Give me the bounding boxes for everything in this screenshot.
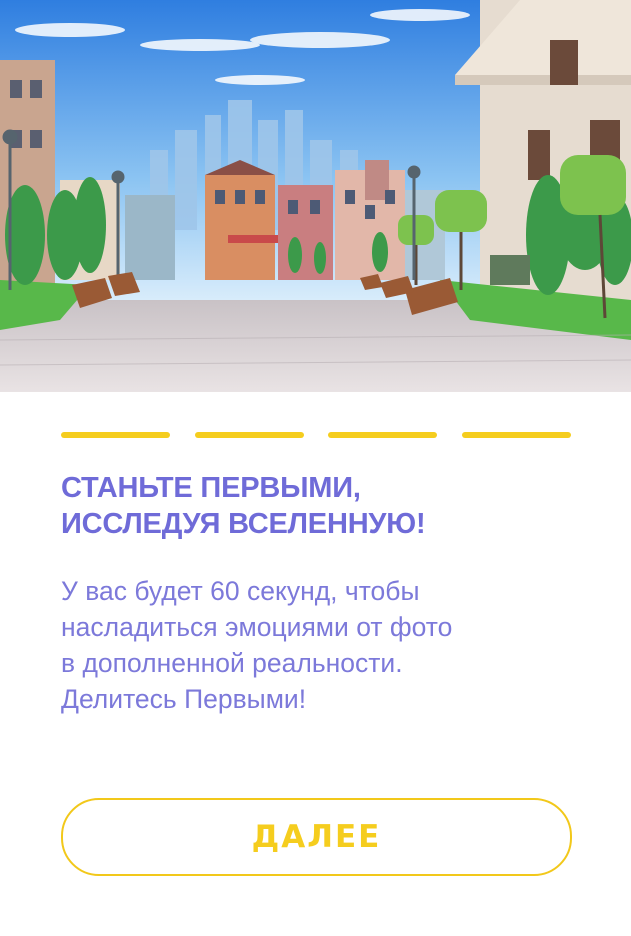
description-line-4: Делитесь Первыми! [61, 684, 307, 714]
onboarding-description: У вас будет 60 секунд, чтобы насладиться… [61, 573, 581, 717]
hero-illustration [0, 0, 631, 392]
onboarding-title: СТАНЬТЕ ПЕРВЫМИ, ИССЛЕДУЯ ВСЕЛЕННУЮ! [61, 470, 581, 542]
progress-step-1 [61, 432, 170, 438]
next-button[interactable]: ДАЛЕЕ [61, 798, 572, 876]
description-line-3: в дополненной реальности. [61, 648, 403, 678]
title-line-2: ИССЛЕДУЯ ВСЕЛЕННУЮ! [61, 508, 426, 540]
description-line-1: У вас будет 60 секунд, чтобы [61, 576, 420, 606]
progress-step-4 [462, 432, 571, 438]
description-line-2: насладиться эмоциями от фото [61, 612, 453, 642]
progress-step-2 [195, 432, 304, 438]
onboarding-progress [61, 432, 571, 438]
title-line-1: СТАНЬТЕ ПЕРВЫМИ, [61, 472, 361, 504]
next-button-label: ДАЛЕЕ [251, 819, 382, 855]
progress-step-3 [328, 432, 437, 438]
